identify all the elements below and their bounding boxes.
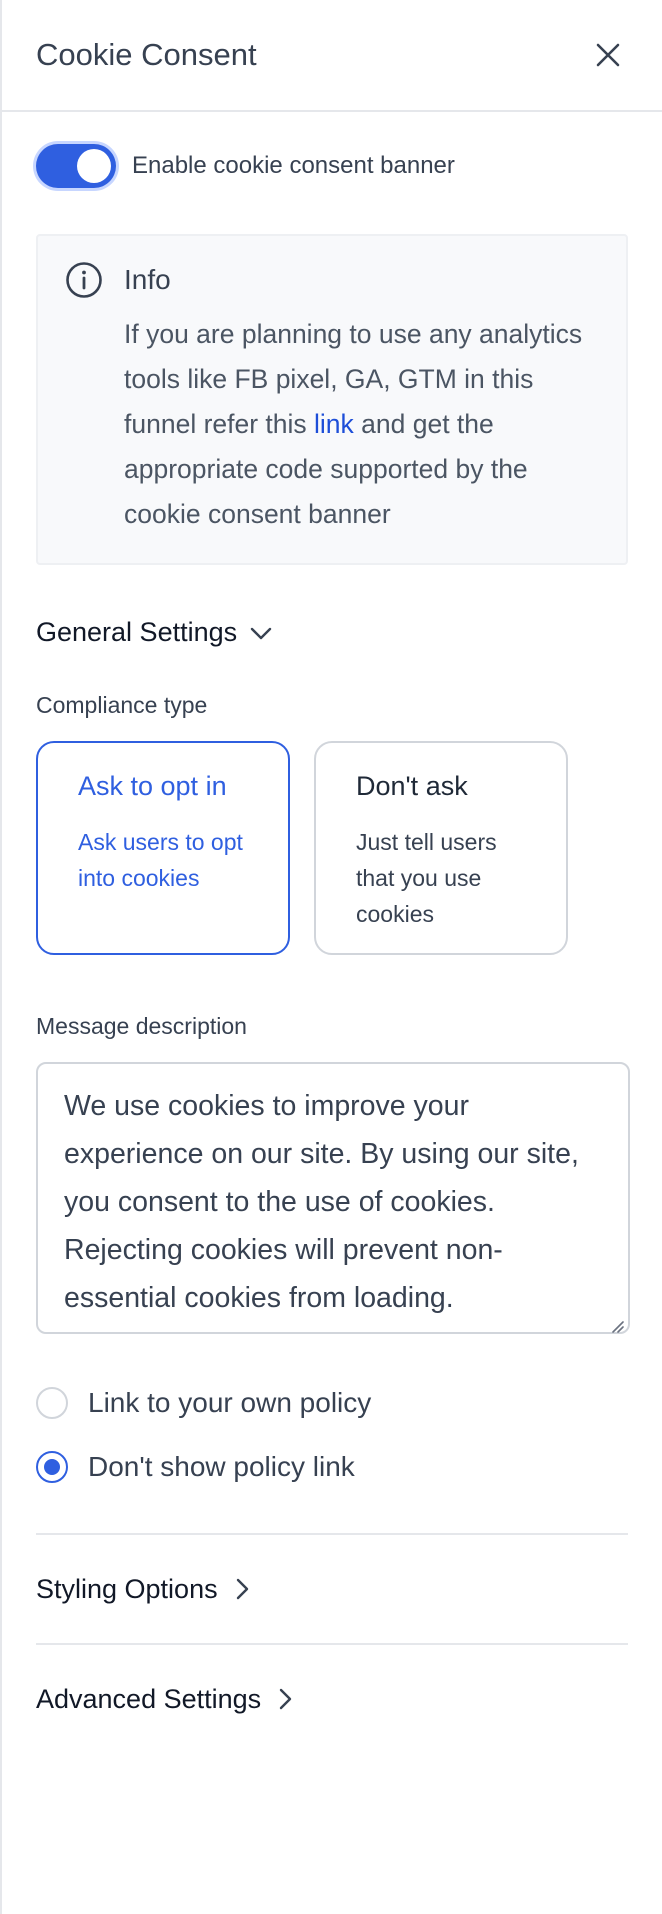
compliance-type-label: Compliance type [36, 692, 208, 718]
panel-header: Cookie Consent [2, 0, 662, 112]
info-title: Info [124, 264, 171, 295]
enable-banner-label: Enable cookie consent banner [132, 152, 455, 179]
styling-options-section[interactable]: Styling Options [36, 1535, 628, 1643]
general-settings-header[interactable]: General Settings [36, 617, 628, 648]
close-button[interactable] [588, 35, 628, 75]
general-settings-title: General Settings [36, 617, 238, 647]
message-description-label: Message description [36, 1013, 247, 1039]
info-icon [66, 262, 102, 298]
radio-no-policy-link[interactable]: Don't show policy link [36, 1447, 628, 1487]
chevron-right-icon [279, 1688, 292, 1710]
option-description: Just tell users that you use cookies [356, 829, 497, 927]
radio-button-checked[interactable] [36, 1451, 68, 1483]
panel-content: Enable cookie consent banner Info If you… [2, 144, 662, 1753]
enable-banner-row: Enable cookie consent banner [36, 144, 628, 188]
styling-options-title: Styling Options [36, 1573, 218, 1604]
toggle-knob [77, 149, 111, 183]
radio-own-policy[interactable]: Link to your own policy [36, 1383, 628, 1423]
cookie-consent-panel: Cookie Consent Enable cookie consent ban… [0, 0, 662, 1914]
option-dont-ask[interactable]: Don't ask Just tell users that you use c… [314, 741, 568, 955]
info-link[interactable]: link [314, 409, 354, 439]
info-text: If you are planning to use any analytics… [124, 312, 598, 537]
resize-grip-icon[interactable] [610, 1319, 624, 1333]
compliance-type-options: Ask to opt in Ask users to opt into cook… [36, 741, 628, 955]
advanced-settings-section[interactable]: Advanced Settings [36, 1645, 628, 1753]
advanced-settings-title: Advanced Settings [36, 1683, 262, 1714]
option-title: Don't ask [356, 771, 468, 801]
message-description-wrap: We use cookies to improve your experienc… [36, 1062, 630, 1339]
chevron-right-icon [236, 1578, 248, 1600]
info-box: Info If you are planning to use any anal… [36, 234, 628, 565]
radio-label: Link to your own policy [88, 1387, 372, 1418]
radio-button[interactable] [36, 1387, 68, 1419]
enable-banner-toggle[interactable] [36, 144, 116, 188]
close-icon [596, 43, 620, 67]
chevron-down-icon [250, 627, 272, 639]
policy-link-options: Link to your own policy Don't show polic… [36, 1383, 628, 1487]
option-description: Ask users to opt into cookies [78, 829, 243, 891]
panel-title: Cookie Consent [36, 37, 257, 72]
option-title: Ask to opt in [78, 771, 227, 801]
info-body: Info If you are planning to use any anal… [124, 260, 598, 537]
radio-label: Don't show policy link [88, 1451, 355, 1482]
message-description-input[interactable]: We use cookies to improve your experienc… [36, 1062, 630, 1334]
option-ask-to-opt-in[interactable]: Ask to opt in Ask users to opt into cook… [36, 741, 290, 955]
